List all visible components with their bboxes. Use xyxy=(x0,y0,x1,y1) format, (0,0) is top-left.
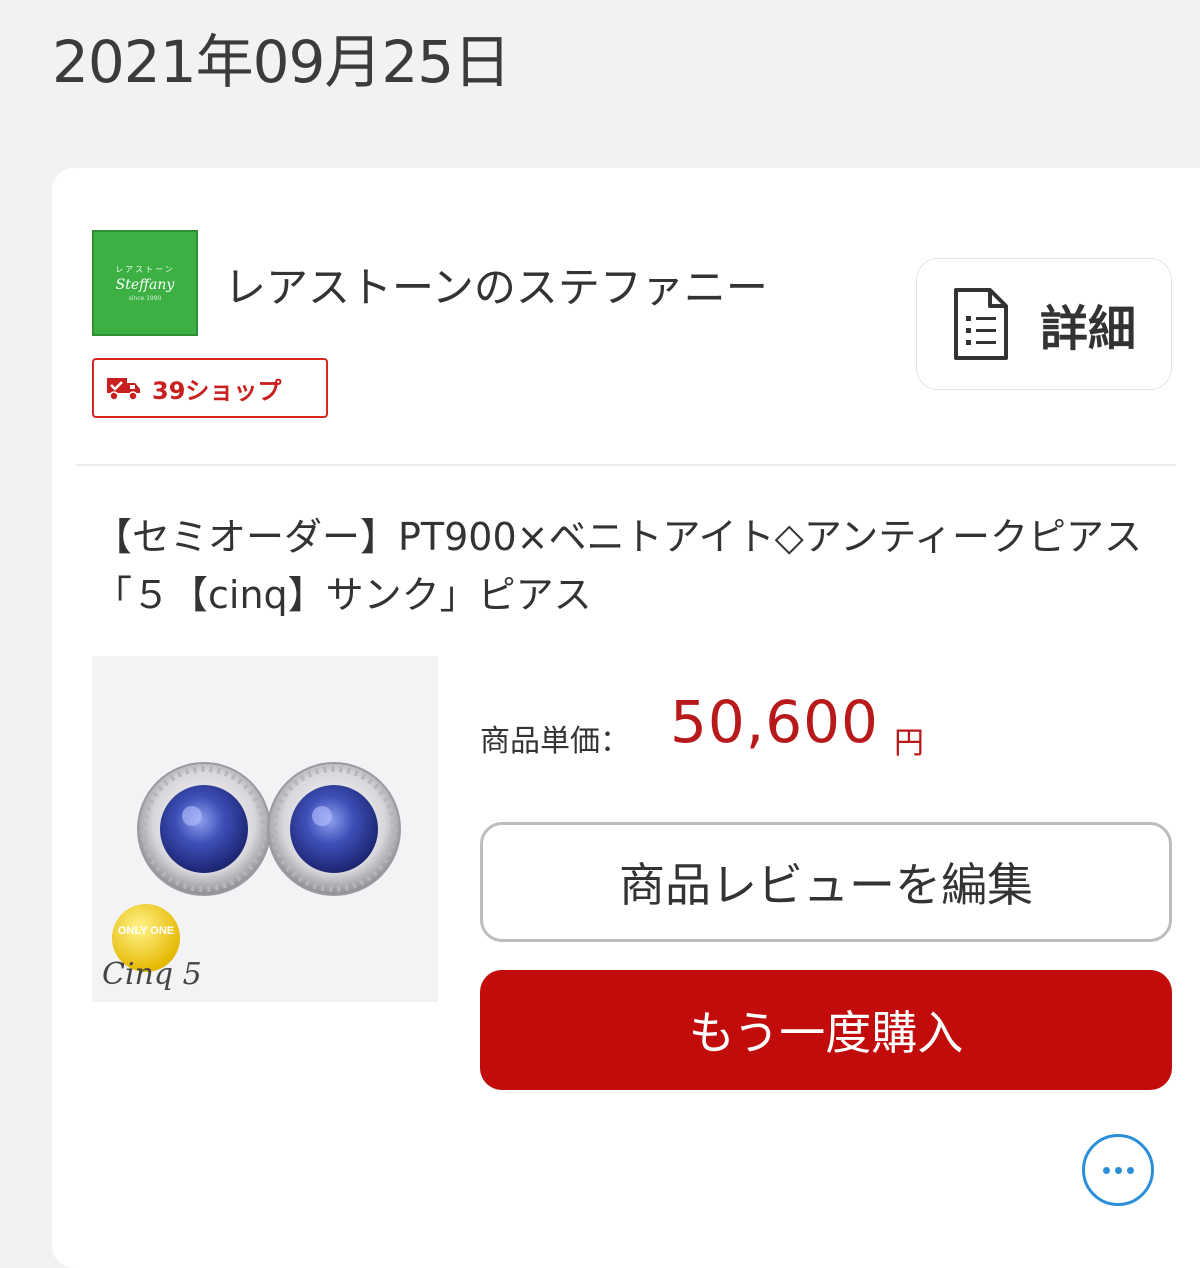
truck-icon xyxy=(107,378,140,401)
edit-review-button[interactable]: 商品レビューを編集 xyxy=(480,822,1172,942)
buy-again-button[interactable]: もう一度購入 xyxy=(480,970,1172,1090)
detail-button-label: 詳細 xyxy=(1039,301,1136,357)
document-icon xyxy=(953,288,1008,360)
price-value: 50,600 xyxy=(670,688,879,756)
product-title[interactable]: 【セミオーダー】PT900×ベニトアイト◇アンティークピアス「５【cinq】サン… xyxy=(94,508,1144,624)
shop-logo-text: Steffany xyxy=(115,277,175,293)
product-image[interactable]: ONLY ONE Cinq 5 xyxy=(92,656,438,1002)
more-options-button[interactable] xyxy=(1082,1134,1154,1206)
price-unit: 円 xyxy=(894,726,924,761)
detail-button[interactable]: 詳細 xyxy=(916,258,1172,390)
shop-logo[interactable]: レアストーン Steffany since 1990 xyxy=(92,230,198,336)
more-dots-icon xyxy=(1102,1166,1110,1174)
order-date: 2021年09月25日 xyxy=(52,28,511,96)
earrings-image: ONLY ONE Cinq 5 xyxy=(92,656,438,1002)
shop-39-badge: 39ショップ xyxy=(92,358,328,418)
image-script-text: Cinq 5 xyxy=(102,957,202,992)
order-card: レアストーン Steffany since 1990 レアストーンのステファニー… xyxy=(52,168,1200,1268)
price-label: 商品単価： xyxy=(480,724,630,759)
divider xyxy=(76,464,1176,466)
image-badge-text: ONLY ONE xyxy=(118,925,174,937)
shop-name[interactable]: レアストーンのステファニー xyxy=(224,254,768,315)
shop-badge-label: 39ショップ xyxy=(152,376,282,405)
